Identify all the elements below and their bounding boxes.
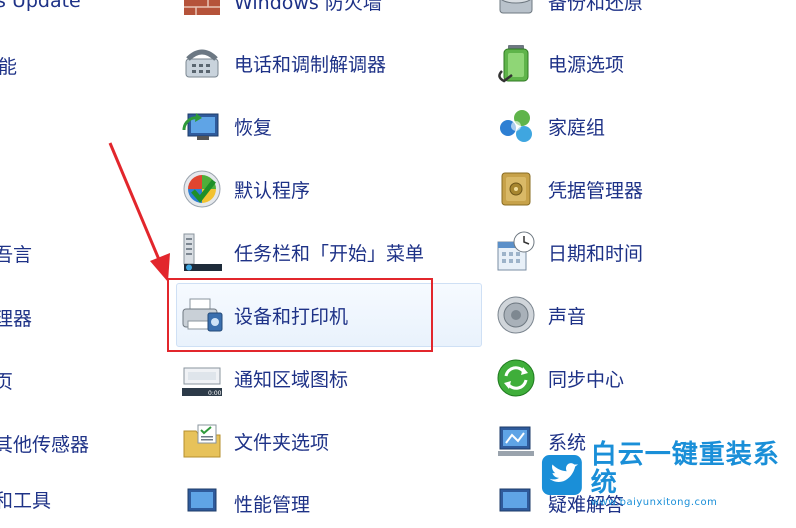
item-homegroup[interactable]: 家庭组: [494, 101, 605, 151]
watermark-logo: 白云一键重装系统 www.baiyunxitong.com: [541, 441, 796, 508]
left-item-language[interactable]: 吾言: [0, 240, 32, 267]
item-label: 电源选项: [548, 53, 625, 76]
firewall-icon: [184, 0, 220, 15]
item-credential-manager[interactable]: 凭据管理器: [494, 164, 643, 214]
watermark-title: 白云一键重装系统: [590, 440, 780, 498]
folder-options-icon: [183, 424, 221, 458]
item-windows-firewall[interactable]: Windows 防火墙: [180, 0, 382, 26]
item-label: 文件夹选项: [234, 431, 330, 454]
troubleshoot-icon: [499, 488, 531, 512]
system-icon: [498, 426, 534, 456]
bird-logo-icon: [541, 455, 582, 495]
performance-icon: [187, 488, 217, 512]
item-power-options[interactable]: 电源选项: [494, 38, 624, 88]
item-label: 任务栏和「开始」菜单: [234, 242, 425, 265]
item-label: 默认程序: [234, 179, 311, 202]
default-programs-icon: [183, 170, 221, 208]
left-item-1[interactable]: 能: [0, 52, 17, 79]
credential-vault-icon: [501, 172, 531, 206]
power-icon: [498, 45, 529, 83]
left-item-tools[interactable]: 和工具: [0, 486, 51, 513]
watermark-url: www.baiyunxitong.com: [590, 497, 718, 508]
item-label: 日期和时间: [548, 242, 644, 265]
item-phone-modem[interactable]: 电话和调制解调器: [180, 38, 386, 88]
sync-icon: [497, 359, 535, 397]
item-date-time[interactable]: 日期和时间: [494, 227, 643, 277]
item-performance[interactable]: 性能管理: [180, 478, 310, 528]
left-item-manager[interactable]: 理器: [0, 304, 32, 331]
homegroup-icon: [500, 110, 532, 142]
item-label: 家庭组: [548, 116, 606, 139]
item-label: 恢复: [234, 116, 273, 139]
item-label: 性能管理: [234, 493, 311, 516]
left-item-4[interactable]: 页: [0, 367, 13, 394]
calendar-clock-icon: [497, 231, 535, 271]
item-label: 备份和还原: [548, 0, 644, 14]
red-highlight-box: [167, 278, 433, 352]
item-label: 凭据管理器: [548, 179, 644, 202]
item-folder-options[interactable]: 文件夹选项: [180, 416, 329, 466]
taskbar-icon: [183, 233, 222, 271]
item-sync-center[interactable]: 同步中心: [494, 353, 624, 403]
item-backup-restore[interactable]: 备份和还原: [494, 0, 643, 26]
item-sound[interactable]: 声音: [494, 290, 586, 340]
item-recovery[interactable]: 恢复: [180, 101, 272, 151]
item-label: 通知区域图标: [234, 368, 349, 391]
left-item-windows-update[interactable]: s Update: [0, 0, 81, 12]
item-label: 同步中心: [548, 368, 625, 391]
item-notification-area-icons[interactable]: 0:00 通知区域图标: [180, 353, 348, 403]
backup-icon: [499, 0, 533, 14]
item-label: Windows 防火墙: [234, 0, 382, 14]
item-default-programs[interactable]: 默认程序: [180, 164, 310, 214]
item-label: 系统: [548, 431, 587, 454]
item-label: 声音: [548, 305, 587, 328]
recovery-icon: [182, 113, 219, 140]
left-item-sensors[interactable]: 其他传感器: [0, 430, 89, 457]
notification-area-icon: 0:00: [182, 367, 222, 397]
speaker-icon: [497, 296, 535, 334]
svg-text:0:00: 0:00: [208, 390, 222, 397]
item-label: 电话和调制解调器: [234, 53, 387, 76]
item-taskbar-start-menu[interactable]: 任务栏和「开始」菜单: [180, 227, 424, 277]
phone-modem-icon: [185, 49, 219, 78]
